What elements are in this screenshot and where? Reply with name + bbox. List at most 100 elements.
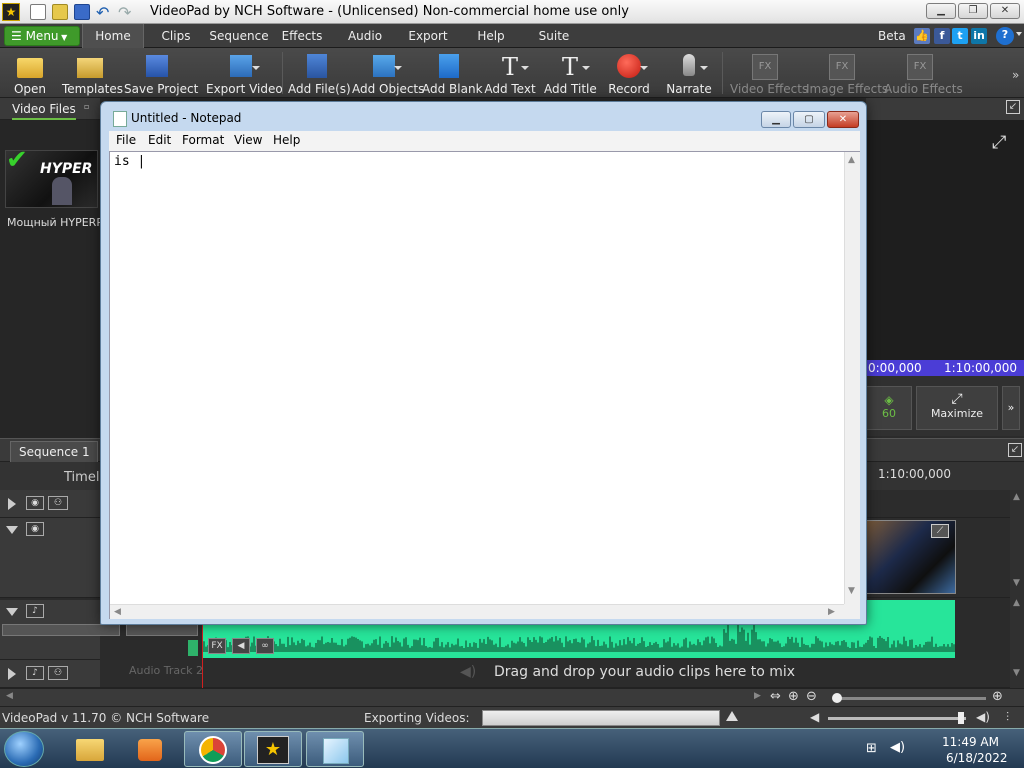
scroll-left-icon[interactable]: ◀ <box>114 607 121 617</box>
menu-format[interactable]: Format <box>182 133 224 147</box>
undock-sequence-icon[interactable]: ↙ <box>1008 443 1022 457</box>
help-dropdown-icon[interactable] <box>1016 32 1022 36</box>
image-effects-button[interactable]: FX Image Effects <box>806 48 888 98</box>
expand-track-icon[interactable] <box>8 498 16 510</box>
restore-button[interactable]: ❐ <box>958 3 988 19</box>
menu-view[interactable]: View <box>234 133 262 147</box>
new-file-icon[interactable] <box>30 4 46 20</box>
open-button[interactable]: Open <box>4 48 56 98</box>
add-blank-button[interactable]: Add Blank <box>422 48 483 98</box>
fx-icon[interactable]: FX <box>208 638 226 654</box>
mixer-icon[interactable]: ⫶ <box>1006 710 1009 725</box>
menu-button[interactable]: ☰ Menu ▼ <box>4 26 80 46</box>
export-video-button[interactable]: Export Video <box>206 48 283 98</box>
scroll-right-icon[interactable]: ▶ <box>754 691 761 701</box>
notepad-minimize-button[interactable]: ▁ <box>761 111 791 128</box>
eye-icon[interactable]: ◉ <box>26 522 44 536</box>
menu-help[interactable]: Help <box>273 133 300 147</box>
tab-help[interactable]: Help <box>472 24 510 48</box>
notepad-close-button[interactable]: ✕ <box>827 111 859 128</box>
zoom-in-icon[interactable]: ⊕ <box>992 689 1003 704</box>
collapse-audio-icon[interactable] <box>6 608 18 616</box>
fullscreen-icon[interactable]: ⤢ <box>992 132 1006 153</box>
zoom-out-icon[interactable]: ⊖ <box>806 689 817 704</box>
tab-suite[interactable]: Suite <box>534 24 574 48</box>
video-clip[interactable]: ⟋ <box>866 520 956 594</box>
size-grip[interactable] <box>844 604 860 619</box>
notepad-vertical-scrollbar[interactable]: ▲ ▼ <box>844 152 860 604</box>
menu-edit[interactable]: Edit <box>148 133 171 147</box>
add-files-button[interactable]: Add File(s) <box>288 48 351 98</box>
save-project-button[interactable]: Save Project <box>124 48 198 98</box>
add-objects-button[interactable]: Add Objects <box>352 48 424 98</box>
tab-effects[interactable]: Effects <box>278 24 326 48</box>
speaker-icon[interactable]: ♪ <box>26 666 44 680</box>
clock-time[interactable]: 11:49 AM <box>942 735 999 749</box>
scroll-up-icon[interactable]: ▲ <box>1013 598 1020 608</box>
save-icon[interactable] <box>74 4 90 20</box>
more-controls-icon[interactable]: » <box>1002 386 1020 430</box>
explorer-taskbar-icon[interactable] <box>60 731 118 767</box>
undock-icon[interactable]: ▫ <box>84 102 89 111</box>
volume-thumb[interactable] <box>958 712 964 724</box>
media-player-taskbar-icon[interactable] <box>120 731 178 767</box>
eye-icon[interactable]: ◉ <box>26 496 44 510</box>
group-icon[interactable]: ⚇ <box>48 666 68 680</box>
linkedin-icon[interactable]: in <box>971 28 987 44</box>
volume-icon[interactable]: ◀ <box>232 638 250 654</box>
mute-icon[interactable]: ◀ <box>810 710 819 724</box>
undock-preview-icon[interactable]: ↙ <box>1006 100 1020 114</box>
clock-date[interactable]: 6/18/2022 <box>946 751 1008 765</box>
close-button[interactable]: ✕ <box>990 3 1020 19</box>
minimize-button[interactable]: ▁ <box>926 3 956 19</box>
speaker-icon[interactable]: ♪ <box>26 604 44 618</box>
redo-icon[interactable]: ↷ <box>118 3 131 22</box>
video-effects-button[interactable]: FX Video Effects <box>730 48 808 98</box>
scroll-down-icon[interactable]: ▼ <box>1013 578 1020 588</box>
pan-slider[interactable] <box>126 624 198 636</box>
tab-video-files[interactable]: Video Files <box>12 98 76 120</box>
zoom-fit-icon[interactable]: ⊕ <box>788 689 799 704</box>
preview-timecode-bar[interactable]: 0:00,000 1:10:00,000 <box>866 360 1024 376</box>
scroll-down-icon[interactable]: ▼ <box>848 586 855 596</box>
thumbs-up-icon[interactable]: 👍 <box>914 28 930 44</box>
notepad-horizontal-scrollbar[interactable]: ◀ ▶ <box>110 604 844 619</box>
network-icon[interactable]: ⊞ <box>866 741 877 756</box>
volume-slider[interactable] <box>2 624 120 636</box>
notepad-maximize-button[interactable]: ▢ <box>793 111 825 128</box>
add-text-button[interactable]: T Add Text <box>484 48 536 98</box>
scroll-left-icon[interactable]: ◀ <box>6 691 13 701</box>
chrome-taskbar-icon[interactable] <box>184 731 242 767</box>
collapse-track-icon[interactable] <box>6 526 18 534</box>
toolbar-overflow-icon[interactable]: » <box>1012 68 1019 82</box>
undo-icon[interactable]: ↶ <box>96 3 109 22</box>
expand-audio-2-icon[interactable] <box>8 668 16 680</box>
scroll-up-icon[interactable]: ▲ <box>1013 492 1020 502</box>
zoom-slider-thumb[interactable] <box>832 693 842 703</box>
audio-effects-button[interactable]: FX Audio Effects <box>884 48 963 98</box>
help-icon[interactable]: ? <box>996 27 1014 45</box>
speaker-tray-icon[interactable]: ◀) <box>890 740 905 755</box>
tab-sequence[interactable]: Sequence <box>206 24 272 48</box>
facebook-icon[interactable]: f <box>934 28 950 44</box>
zoom-slider[interactable] <box>832 693 986 703</box>
transition-icon[interactable]: ⟋ <box>931 524 949 538</box>
start-button[interactable] <box>4 731 44 767</box>
tab-sequence-1[interactable]: Sequence 1 <box>10 441 98 463</box>
link-icon[interactable]: ∞ <box>256 638 274 654</box>
group-icon[interactable]: ⚇ <box>48 496 68 510</box>
open-folder-icon[interactable] <box>52 4 68 20</box>
scroll-right-icon[interactable]: ▶ <box>828 607 835 617</box>
tab-export[interactable]: Export <box>404 24 452 48</box>
videopad-taskbar-icon[interactable]: ★ <box>244 731 302 767</box>
expand-exports-icon[interactable] <box>726 711 738 721</box>
maximize-button[interactable]: ⤢ Maximize <box>916 386 998 430</box>
narrate-button[interactable]: Narrate <box>664 48 714 98</box>
tab-home[interactable]: Home <box>82 24 144 48</box>
notepad-text-area[interactable]: is | ▲ ▼ ◀ ▶ <box>109 151 860 619</box>
menu-file[interactable]: File <box>116 133 136 147</box>
timeline-vertical-scrollbar[interactable]: ▲ ▼ ▲ ▼ <box>1010 490 1024 688</box>
volume-icon[interactable]: ◀) <box>976 710 990 724</box>
scroll-down-icon[interactable]: ▼ <box>1013 668 1020 678</box>
record-button[interactable]: Record <box>604 48 654 98</box>
